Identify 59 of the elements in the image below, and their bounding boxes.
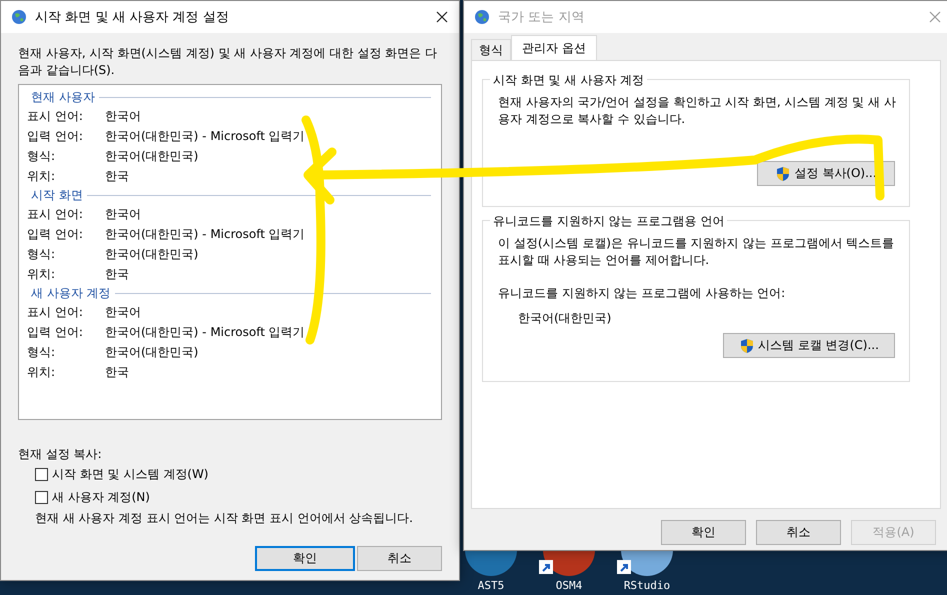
setting-label: 입력 언어: — [27, 324, 84, 340]
group-description: 이 설정(시스템 로캘)은 유니코드를 지원하지 않는 프로그램에서 텍스트를 표시할 때 사용되는 언어를 제어합니다. — [498, 235, 896, 269]
copy-label: 현재 설정 복사: — [18, 446, 103, 463]
setting-label: 입력 언어: — [27, 226, 84, 242]
shield-icon — [775, 166, 792, 182]
setting-label: 위치: — [27, 266, 56, 282]
setting-label: 형식: — [27, 344, 56, 360]
icon-label: AST5 — [478, 579, 504, 592]
shield-icon — [739, 338, 756, 354]
cancel-button[interactable]: 취소 — [756, 520, 841, 545]
ok-button[interactable]: 확인 — [661, 520, 746, 545]
setting-label: 위치: — [27, 364, 56, 380]
globe-icon — [474, 9, 490, 25]
cancel-button[interactable]: 취소 — [357, 546, 442, 571]
group-title: 시작 화면 및 새 사용자 계정 — [490, 72, 648, 89]
setting-label: 형식: — [27, 148, 56, 164]
setting-label: 위치: — [27, 168, 56, 184]
setting-value: 한국어(대한민국) — [105, 246, 198, 262]
setting-value: 한국어(대한민국) - Microsoft 입력기 — [105, 324, 305, 340]
setting-value: 한국어(대한민국) - Microsoft 입력기 — [105, 226, 305, 242]
intro-text: 현재 사용자, 시작 화면(시스템 계정) 및 새 사용자 계정에 대한 설정 화면은 다음과 같습니다(S). — [18, 45, 438, 79]
prompt-text: 유니코드를 지원하지 않는 프로그램에 사용하는 언어: — [498, 285, 786, 302]
tab[interactable]: 관리자 옵션 — [511, 35, 597, 60]
setting-value: 한국어(대한민국) — [105, 148, 198, 164]
globe-icon — [11, 9, 27, 25]
group-description: 현재 사용자의 국가/언어 설정을 확인하고 시작 화면, 시스템 계정 및 새 사용자 계정으로 복사할 수 있습니다. — [498, 94, 897, 128]
close-icon — [435, 10, 449, 24]
tab[interactable]: 형식 — [471, 39, 511, 60]
window-title: 국가 또는 지역 — [498, 9, 586, 26]
setting-value: 한국어 — [105, 206, 141, 222]
checkbox-label[interactable]: 시작 화면 및 시스템 계정(W) — [52, 466, 208, 483]
current-locale: 한국어(대한민국) — [518, 310, 612, 327]
icon-label: RStudio — [624, 579, 670, 592]
setting-value: 한국 — [105, 364, 129, 380]
checkbox[interactable] — [35, 468, 48, 481]
setting-value: 한국어(대한민국) — [105, 344, 198, 360]
checkbox[interactable] — [35, 491, 48, 504]
close-icon — [928, 10, 942, 24]
setting-value: 한국 — [105, 266, 129, 282]
section-heading: 현재 사용자 — [31, 88, 95, 106]
setting-label: 표시 언어: — [27, 304, 84, 320]
setting-label: 표시 언어: — [27, 206, 84, 222]
window-title: 시작 화면 및 새 사용자 계정 설정 — [35, 9, 230, 26]
section-heading: 새 사용자 계정 — [31, 284, 111, 302]
note-text: 현재 새 사용자 계정 표시 언어는 시작 화면 표시 언어에서 상속됩니다. — [35, 510, 414, 527]
ok-button[interactable]: 확인 — [255, 546, 355, 571]
setting-value: 한국어 — [105, 108, 141, 124]
setting-value: 한국 — [105, 168, 129, 184]
icon-label: OSM4 — [556, 579, 582, 592]
section-heading: 시작 화면 — [31, 186, 83, 204]
setting-label: 입력 언어: — [27, 128, 84, 144]
copy-settings-button[interactable]: 설정 복사(O)... — [757, 161, 895, 186]
change-locale-button[interactable]: 시스템 로캘 변경(C)... — [723, 333, 895, 358]
setting-value: 한국어 — [105, 304, 141, 320]
setting-value: 한국어(대한민국) - Microsoft 입력기 — [105, 128, 305, 144]
setting-label: 형식: — [27, 246, 56, 262]
group-title: 유니코드를 지원하지 않는 프로그램용 언어 — [490, 213, 728, 230]
checkbox-label[interactable]: 새 사용자 계정(N) — [52, 489, 150, 506]
setting-label: 표시 언어: — [27, 108, 84, 124]
